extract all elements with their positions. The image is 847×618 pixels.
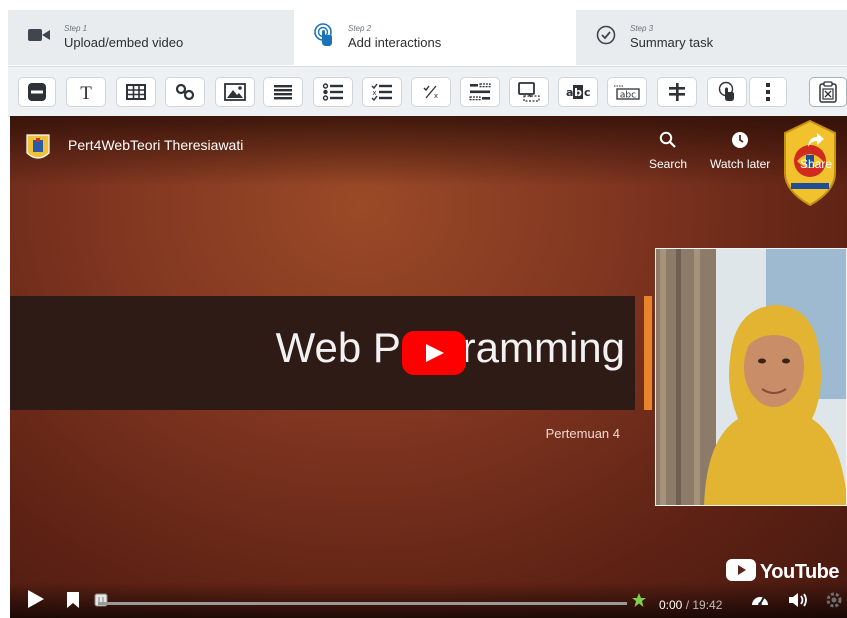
crossroads-tool-button[interactable] [657, 77, 697, 107]
search-label: Search [649, 157, 688, 171]
step-number: Step 2 [348, 23, 372, 33]
step-number: Step 1 [64, 23, 88, 33]
link-tool-button[interactable] [165, 77, 205, 107]
gauge-icon [750, 596, 770, 613]
paste-icon [819, 81, 837, 103]
mark-words-tool-button[interactable]: abc [558, 77, 598, 107]
svg-text:a: a [566, 86, 573, 99]
playback-speed-button[interactable] [750, 591, 770, 614]
step-title: Summary task [630, 34, 714, 50]
play-button[interactable] [27, 589, 45, 614]
seek-handle[interactable] [631, 592, 647, 613]
multiple-choice-icon: x [371, 83, 393, 101]
step-add-interactions[interactable]: Step 2 Add interactions [294, 10, 576, 65]
statements-tool-button[interactable] [263, 77, 303, 107]
share-label: Share [800, 157, 833, 171]
image-icon [224, 83, 246, 101]
touch-icon [314, 23, 334, 52]
drag-text-tool-button[interactable]: abc [607, 77, 647, 107]
total-time: / 19:42 [685, 598, 723, 612]
check-circle-icon [596, 25, 616, 50]
search-button[interactable]: Search [649, 126, 687, 171]
volume-button[interactable] [788, 591, 810, 614]
gear-icon [825, 592, 843, 613]
text-tool-button[interactable]: T [66, 77, 106, 107]
link-icon [175, 83, 195, 101]
clock-icon [731, 131, 749, 152]
paste-tool-button[interactable] [809, 77, 847, 107]
text-icon: T [77, 82, 95, 102]
watch-later-button[interactable]: Watch later [710, 126, 770, 171]
single-choice-icon [322, 83, 344, 101]
svg-text:x: x [434, 92, 438, 100]
share-button[interactable]: Share [800, 126, 832, 171]
navigation-hotspot-tool-button[interactable] [707, 77, 747, 107]
svg-text:c: c [584, 86, 591, 99]
label-icon [27, 82, 47, 102]
step-title: Upload/embed video [64, 34, 184, 50]
slide-title: Web Programming [275, 324, 625, 371]
svg-text:T: T [80, 83, 92, 102]
bookmark-icon [66, 592, 80, 613]
svg-text:x: x [372, 89, 376, 97]
play-small-icon [27, 590, 45, 613]
svg-text:abc: abc [620, 91, 636, 101]
drag-text-icon: abc [613, 83, 641, 101]
video-time-display: 0:00 / 19:42 [659, 598, 722, 612]
search-icon [659, 131, 677, 152]
image-tool-button[interactable] [215, 77, 255, 107]
steps-navigation: Step 1 Upload/embed video Step 2 Add int… [8, 10, 847, 65]
label-tool-button[interactable] [18, 77, 56, 107]
fill-blanks-icon [469, 83, 491, 101]
single-choice-tool-button[interactable] [313, 77, 353, 107]
multiple-choice-tool-button[interactable]: x [362, 77, 402, 107]
bookmark-button[interactable] [66, 591, 80, 614]
video-title[interactable]: Pert4WebTeori Theresiawati [68, 137, 243, 153]
video-camera-icon [28, 27, 50, 48]
step-summary-task[interactable]: Step 3 Summary task [576, 10, 847, 65]
watch-later-label: Watch later [710, 157, 771, 171]
step-title: Add interactions [348, 34, 442, 50]
svg-text:b: b [574, 86, 582, 99]
drag-drop-icon [518, 82, 540, 102]
interactions-toolbar: T x x abc abc [8, 66, 847, 117]
mark-words-icon: abc [565, 84, 591, 100]
settings-button[interactable] [825, 591, 843, 614]
seek-star-icon [631, 593, 647, 612]
volume-icon [788, 593, 810, 613]
drag-drop-tool-button[interactable] [509, 77, 549, 107]
video-player[interactable]: Pert4WebTeori Theresiawati Search Watch … [10, 116, 847, 618]
table-icon [126, 84, 146, 100]
channel-logo-icon[interactable] [25, 133, 51, 163]
navigation-hotspot-icon [718, 81, 736, 103]
true-false-icon: x [422, 84, 440, 100]
youtube-logo-text: YouTube [759, 561, 840, 583]
step-number: Step 3 [630, 23, 654, 33]
play-overlay-button[interactable] [402, 331, 466, 375]
more-tools-button[interactable] [749, 77, 787, 107]
slide-banner-accent [644, 296, 652, 410]
more-vertical-icon [765, 82, 771, 102]
step-upload-embed[interactable]: Step 1 Upload/embed video [8, 10, 294, 65]
statements-icon [273, 84, 293, 100]
slide-subtitle: Pertemuan 4 [545, 426, 620, 441]
share-icon [807, 131, 825, 152]
fill-blanks-tool-button[interactable] [460, 77, 500, 107]
presenter-webcam [655, 248, 847, 506]
crossroads-icon [667, 82, 687, 102]
true-false-tool-button[interactable]: x [411, 77, 451, 107]
current-time: 0:00 [659, 598, 683, 612]
video-progress-bar[interactable] [98, 602, 627, 605]
table-tool-button[interactable] [116, 77, 156, 107]
